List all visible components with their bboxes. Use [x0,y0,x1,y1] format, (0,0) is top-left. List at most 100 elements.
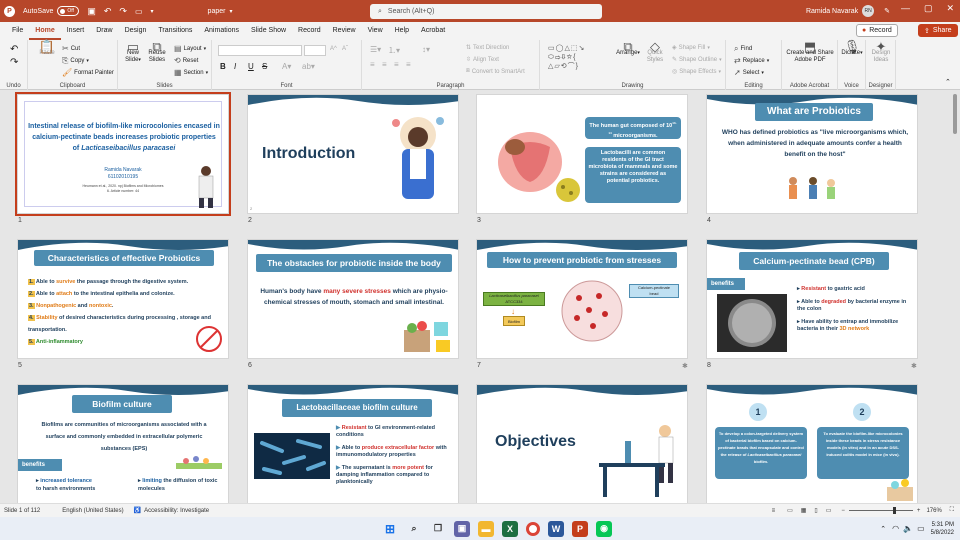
find-button[interactable]: ⌕ Find [734,44,752,54]
slideshow-icon[interactable]: ▭ [135,7,143,16]
replace-button[interactable]: ⇄ Replace ▾ [734,56,769,65]
align-center-icon[interactable]: ≡ [382,60,387,69]
font-size-shrink-icon[interactable]: Aˇ [342,46,348,52]
strikethrough-button[interactable]: S [262,62,267,71]
section-button[interactable]: ▦ Section ▾ [174,68,208,77]
tab-slide-show[interactable]: Slide Show [245,22,292,40]
word-icon[interactable]: W [548,520,564,537]
slide-thumbnail-6[interactable]: The obstacles for probiotic inside the b… [247,239,459,359]
show-hidden-icons[interactable]: ⌃ [880,525,886,533]
reuse-slides-button[interactable]: ⧉ Reuse Slides [146,40,168,64]
windows-start-icon[interactable]: ⊞ [382,521,398,537]
collapse-ribbon-icon[interactable]: ⌃ [945,78,951,86]
volume-icon[interactable]: 🔈 [903,524,913,533]
layout-button[interactable]: ▤ Layout ▾ [174,44,206,53]
search-box[interactable]: ⌕ Search (Alt+Q) [370,4,602,19]
chevron-down-icon[interactable]: ▾ [229,8,232,15]
language-indicator[interactable]: English (United States) [62,508,123,514]
accessibility-status[interactable]: Accessibility: Investigate [144,508,209,514]
align-left-icon[interactable]: ≡ [370,60,375,69]
avatar[interactable]: RN [862,5,875,17]
tab-help[interactable]: Help [389,22,415,40]
zoom-in-icon[interactable]: + [917,508,921,514]
tab-record[interactable]: Record [292,22,327,40]
line-spacing-icon[interactable]: ↕▾ [422,45,430,54]
share-button[interactable]: ⇪ Share [918,24,958,37]
shape-fill-button[interactable]: ◈ Shape Fill ▾ [672,44,710,52]
tab-file[interactable]: File [6,22,29,40]
tab-animations[interactable]: Animations [198,22,245,40]
maximize-icon[interactable]: ▢ [924,3,933,14]
tab-transitions[interactable]: Transitions [152,22,198,40]
scrollbar-thumb[interactable] [953,94,957,134]
tab-home[interactable]: Home [29,22,61,40]
document-name[interactable]: paper [208,8,226,15]
search-icon[interactable]: ⌕ [406,521,422,537]
slide-thumbnail-9[interactable]: Biofilm culture Biofilms are communities… [17,384,229,504]
font-size-grow-icon[interactable]: A^ [330,46,337,52]
task-view-icon[interactable]: ❐ [430,521,446,537]
paste-button[interactable]: 📋 Paste [32,40,62,57]
undo-icon[interactable]: ↶ [104,6,112,17]
font-size-input[interactable] [304,45,326,56]
pen-icon[interactable]: ✎ [884,7,890,15]
slide-sorter-view-icon[interactable]: ▦ [801,507,807,514]
justify-icon[interactable]: ≡ [406,60,411,69]
design-ideas-button[interactable]: ✦ Design Ideas [866,40,896,64]
zoom-level[interactable]: 176% [926,508,941,514]
zoom-slider-thumb[interactable] [892,507,896,514]
chat-icon[interactable]: ▣ [454,520,470,537]
user-account[interactable]: Ramida Navarak RN ✎ [806,5,890,17]
autosave-toggle[interactable]: Off [57,6,80,16]
font-color-icon[interactable]: A▾ [282,62,291,71]
slide-thumbnail-7[interactable]: How to prevent probiotic from stresses L… [476,239,688,359]
undo-icon[interactable]: ↶ [10,44,18,55]
redo-icon[interactable]: ↷ [10,57,18,68]
save-icon[interactable]: ▣ [87,6,96,17]
bullets-icon[interactable]: ☰▾ [370,45,381,54]
copy-button[interactable]: ⎘ Copy ▾ [62,56,89,66]
shape-outline-button[interactable]: ✎ Shape Outline ▾ [672,56,722,64]
smartart-button[interactable]: ⧈ Convert to SmartArt [466,68,525,75]
cut-button[interactable]: ✂ Cut [62,44,80,53]
slide-thumbnail-1[interactable]: Intestinal release of biofilm-like micro… [15,92,231,216]
slide-thumbnail-12[interactable]: 1 2 To develop a colon-targeted delivery… [706,384,918,504]
select-button[interactable]: ➚ Select ▾ [734,68,764,77]
close-icon[interactable]: ✕ [946,3,954,14]
file-explorer-icon[interactable]: ▬ [478,520,494,537]
dictate-button[interactable]: 🎙 Dictate▾ [838,40,866,57]
tab-view[interactable]: View [362,22,389,40]
wifi-icon[interactable]: ◠ [892,524,899,533]
slide-thumbnail-4[interactable]: What are Probiotics WHO has defined prob… [706,94,918,214]
battery-icon[interactable]: ▭ [917,524,925,533]
slide-thumbnail-10[interactable]: Lactobacillaceae biofilm culture ▶ Resis… [247,384,459,504]
slide-thumbnail-3[interactable]: The human gut composed of 1013-14 microo… [476,94,688,214]
tab-insert[interactable]: Insert [61,22,91,40]
tab-design[interactable]: Design [119,22,153,40]
tab-acrobat[interactable]: Acrobat [415,22,451,40]
tab-review[interactable]: Review [327,22,362,40]
bold-button[interactable]: B [220,62,226,71]
zoom-slider[interactable] [848,507,913,514]
reading-view-icon[interactable]: ▯ [814,507,817,514]
italic-button[interactable]: I [234,62,236,71]
create-pdf-button[interactable]: ⬒ Create and Share Adobe PDF [784,40,836,64]
tab-draw[interactable]: Draw [90,22,118,40]
vertical-scrollbar[interactable] [952,90,958,503]
minimize-icon[interactable]: — [901,3,910,14]
align-text-button[interactable]: ⇳ Align Text [466,56,499,64]
notes-icon[interactable]: ≡ [772,508,776,514]
slide-thumbnail-5[interactable]: Characteristics of effective Probiotics … [17,239,229,359]
format-painter-button[interactable]: 🖌 Format Painter [62,68,114,77]
redo-icon[interactable]: ↷ [119,6,127,17]
fit-to-window-icon[interactable]: ⛶ [950,507,954,514]
powerpoint-icon[interactable]: P [572,520,588,537]
arrange-button[interactable]: ⧉ Arrange▾ [614,40,642,57]
reset-button[interactable]: ⟲ Reset [174,56,198,65]
excel-icon[interactable]: X [502,520,518,537]
quick-styles-button[interactable]: ◇ Quick Styles [642,40,668,64]
highlight-icon[interactable]: ab▾ [302,62,315,71]
customize-qat-icon[interactable]: ▾ [151,8,154,15]
line-icon[interactable]: ◉ [596,520,612,537]
font-name-input[interactable] [218,45,302,56]
